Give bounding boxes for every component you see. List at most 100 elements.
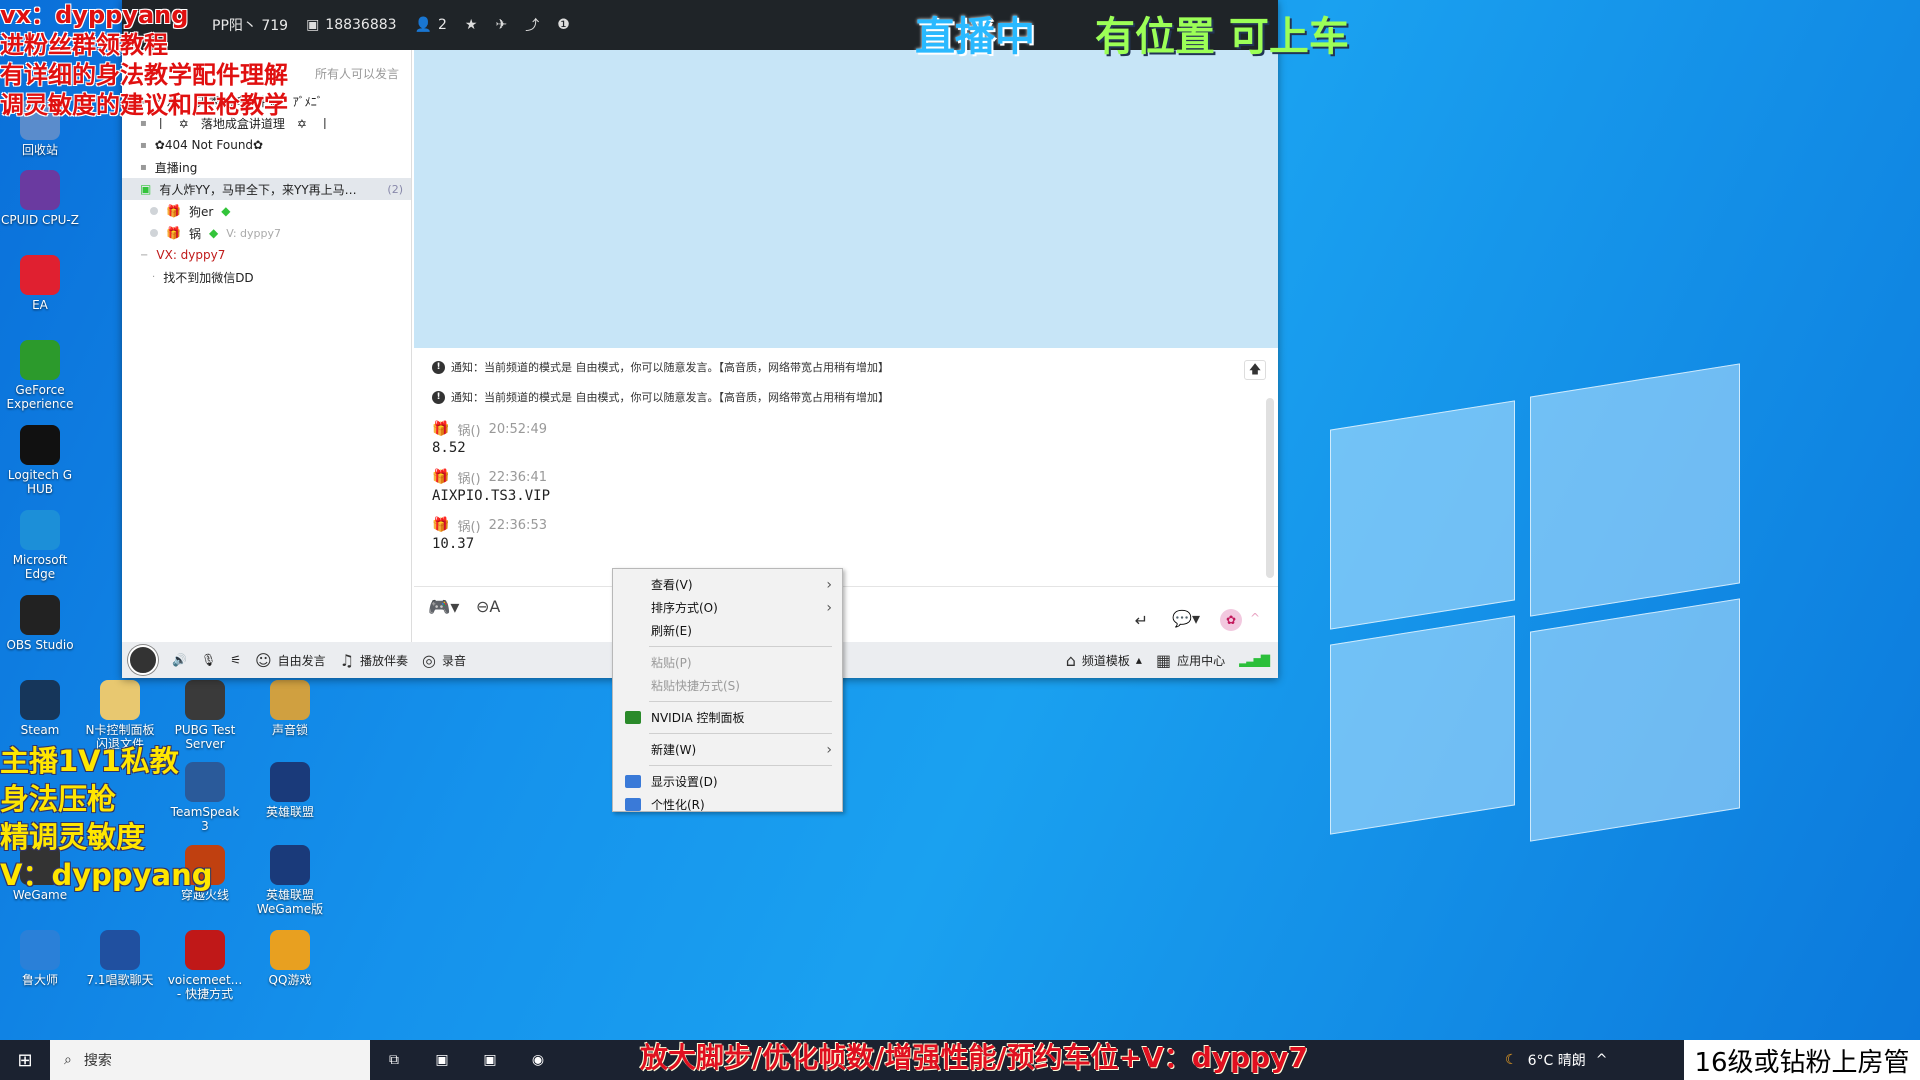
app-center-button[interactable]: ▦ 应用中心 bbox=[1156, 651, 1225, 670]
app-icon bbox=[270, 845, 310, 885]
message-meta: 🎁 锅() 22:36:53 bbox=[432, 514, 1278, 536]
user-note: V: dyppy7 bbox=[226, 226, 281, 240]
chat-message: 🎁 锅() 22:36:41 AIXPIO.TS3.VIP bbox=[414, 466, 1278, 508]
app-icon bbox=[185, 930, 225, 970]
gamepad-icon[interactable]: 🎮▾ bbox=[428, 597, 459, 618]
collapse-icon[interactable]: − bbox=[140, 250, 148, 261]
avatar[interactable] bbox=[128, 645, 158, 675]
tree-row[interactable]: · 找不到加微信DD bbox=[122, 266, 411, 288]
overlay-corner-text: 16级或钻粉上房管 bbox=[1684, 1040, 1920, 1080]
record-icon: ◎ bbox=[422, 650, 436, 670]
context-menu-item[interactable]: 排序方式(O) › bbox=[613, 596, 842, 619]
lock-icon: ▪ bbox=[140, 161, 147, 173]
chevron-right-icon: › bbox=[826, 576, 832, 593]
search-input[interactable]: ⌕ 搜索 bbox=[50, 1040, 370, 1080]
chat-bubble-icon[interactable]: 💬▾ bbox=[1172, 609, 1200, 628]
desktop-icon[interactable]: 英雄联盟 bbox=[250, 762, 330, 819]
desktop-icon[interactable]: Logitech G HUB bbox=[0, 425, 80, 496]
desktop-icon[interactable]: GeForce Experience bbox=[0, 340, 80, 411]
message-time: 20:52:49 bbox=[488, 421, 547, 437]
context-menu-item[interactable]: 个性化(R) bbox=[613, 793, 842, 816]
info-icon[interactable]: ❶ bbox=[557, 17, 570, 33]
taskbar-app-icon[interactable]: ▣ bbox=[466, 1040, 514, 1080]
desktop-icon[interactable]: 鲁大师 bbox=[0, 930, 80, 987]
message-user[interactable]: 锅() bbox=[457, 516, 480, 535]
mic-icon[interactable]: 🎙 bbox=[201, 653, 216, 667]
translate-icon[interactable]: ⊖A bbox=[476, 597, 500, 616]
app-icon bbox=[20, 255, 60, 295]
menu-separator bbox=[649, 646, 832, 647]
desktop-icon[interactable]: 英雄联盟 WeGame版 bbox=[250, 845, 330, 916]
message-body: 8.52 bbox=[432, 440, 466, 456]
chat-scrollbar[interactable] bbox=[1266, 398, 1274, 578]
lock-icon: ▪ bbox=[140, 139, 147, 151]
tree-row[interactable]: − VX: dyppy7 bbox=[122, 244, 411, 266]
star-icon[interactable]: ★ bbox=[465, 17, 478, 33]
context-menu-item[interactable]: 刷新(E) bbox=[613, 619, 842, 642]
play-music-button[interactable]: ♫ 播放伴奏 bbox=[340, 651, 408, 670]
desktop-icon[interactable]: 声音锁 bbox=[250, 680, 330, 737]
scroll-top-button[interactable]: 🡅 bbox=[1244, 360, 1266, 380]
desktop-icon[interactable]: PUBG Test Server bbox=[165, 680, 245, 751]
menu-separator bbox=[649, 733, 832, 734]
menu-separator bbox=[649, 701, 832, 702]
desktop-icon[interactable]: N卡控制面板 闪退文件 bbox=[80, 680, 160, 751]
context-menu-item[interactable]: NVIDIA 控制面板 bbox=[613, 706, 842, 729]
tree-row[interactable]: 🎁 狗er ◆ bbox=[122, 200, 411, 222]
record-button[interactable]: ◎ 录音 bbox=[422, 651, 466, 670]
user-count: (2) bbox=[387, 182, 403, 196]
context-menu-item[interactable]: 显示设置(D) bbox=[613, 770, 842, 793]
plane-icon[interactable]: ✈ bbox=[495, 17, 507, 33]
app-icon bbox=[20, 340, 60, 380]
tree-row[interactable]: ▪ ✿404 Not Found✿ bbox=[122, 134, 411, 156]
overlay-red-text: vx：dyppyang 进粉丝群领教程 有详细的身法教学配件理解 调灵敏度的建议和压枪… bbox=[0, 0, 288, 120]
overlay-line: vx：dyppyang bbox=[0, 1, 189, 29]
speaker-icon[interactable]: 🔊 bbox=[172, 653, 187, 667]
desktop-icon-label: Microsoft Edge bbox=[12, 553, 68, 581]
context-menu-item[interactable]: 查看(V) › bbox=[613, 573, 842, 596]
desktop-icon-label: Logitech G HUB bbox=[7, 468, 73, 496]
app-icon bbox=[20, 170, 60, 210]
alert-icon: ! bbox=[432, 390, 445, 404]
tree-row[interactable]: 🎁 锅 ◆ V: dyppy7 bbox=[122, 222, 411, 244]
chat-input-area[interactable]: 🎮▾ ⊖A Ι ↵ 💬▾ ✿ ^ bbox=[414, 586, 1278, 642]
chevron-up-icon: ^ bbox=[1595, 1052, 1608, 1068]
gift-icon: 🎁 bbox=[166, 204, 181, 218]
tree-row-label: ✿404 Not Found✿ bbox=[154, 138, 264, 152]
share-icon[interactable]: ⤴ bbox=[525, 15, 539, 35]
search-icon: ⌕ bbox=[64, 1052, 72, 1068]
windows-start-icon[interactable]: ⊞ bbox=[0, 1040, 50, 1080]
desktop-icon[interactable]: CPUID CPU-Z bbox=[0, 170, 80, 227]
chevron-right-icon: › bbox=[826, 741, 832, 758]
tree-row[interactable]: ▣ 有人炸YY，马甲全下，来YY再上马… (2) bbox=[122, 178, 411, 200]
channel-template-button[interactable]: ⌂ 频道模板 ▴ bbox=[1066, 651, 1142, 670]
message-user[interactable]: 锅() bbox=[457, 420, 480, 439]
desktop-icon[interactable]: Microsoft Edge bbox=[0, 510, 80, 581]
desktop-icon[interactable]: Steam bbox=[0, 680, 80, 737]
desktop-icon-label: EA bbox=[32, 298, 48, 312]
desktop-icon[interactable]: QQ游戏 bbox=[250, 930, 330, 987]
desktop-icon[interactable]: OBS Studio bbox=[0, 595, 80, 652]
flower-icon[interactable]: ✿ bbox=[1220, 609, 1242, 631]
tree-row[interactable]: ▪ 直播ing bbox=[122, 156, 411, 178]
tree-row-label: VX: dyppy7 bbox=[156, 248, 226, 262]
app-icon bbox=[20, 510, 60, 550]
diamond-icon: ◆ bbox=[221, 204, 231, 218]
context-menu-item[interactable]: 新建(W) › bbox=[613, 738, 842, 761]
enter-icon[interactable]: ↵ bbox=[1135, 611, 1148, 630]
tree-row-label: 有人炸YY，马甲全下，来YY再上马… bbox=[159, 182, 357, 197]
task-view-icon[interactable]: ⧉ bbox=[370, 1040, 418, 1080]
free-speak-button[interactable]: ☺ 自由发言 bbox=[255, 651, 326, 670]
desktop-icon[interactable]: EA bbox=[0, 255, 80, 312]
taskbar-app-icon[interactable]: ◉ bbox=[514, 1040, 562, 1080]
desktop-icon[interactable]: voicemeet... - 快捷方式 bbox=[165, 930, 245, 1001]
chat-area: ! 通知：当前频道的模式是 自由模式，你可以随意发言。【高音质，网络带宽占用稍有增… bbox=[414, 348, 1278, 586]
message-user[interactable]: 锅() bbox=[457, 468, 480, 487]
taskbar-app-icon[interactable]: ▣ bbox=[418, 1040, 466, 1080]
menu-item-label: 粘贴快捷方式(S) bbox=[651, 679, 740, 693]
app-icon bbox=[20, 930, 60, 970]
mixer-icon[interactable]: ⚟ bbox=[230, 653, 241, 667]
chevron-up-icon[interactable]: ^ bbox=[1250, 611, 1260, 625]
desktop-icon[interactable]: 7.1唱歌聊天 bbox=[80, 930, 160, 987]
app-icon bbox=[100, 680, 140, 720]
